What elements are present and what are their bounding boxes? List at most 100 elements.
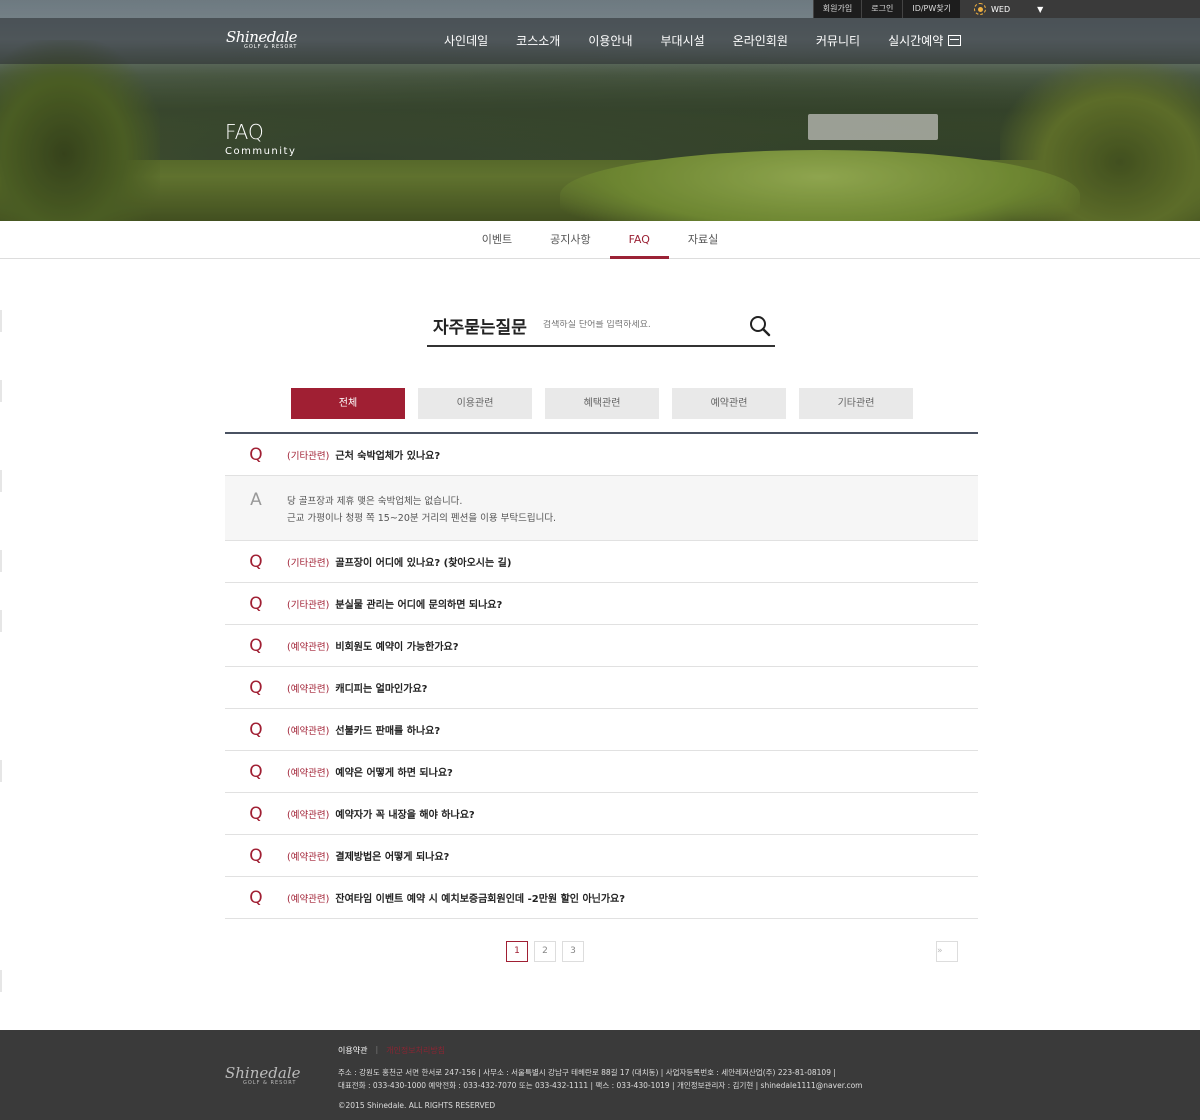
- pagination: « ‹ 1 2 3 › »: [506, 941, 958, 962]
- question-marker: Q: [249, 887, 263, 908]
- question-marker: Q: [249, 635, 263, 656]
- footer-logo[interactable]: Shinedale GOLF & RESORT: [225, 1064, 301, 1086]
- category-reservation-button[interactable]: 예약관련: [672, 388, 786, 419]
- faq-category-tag: (예약관련): [287, 767, 330, 779]
- sub-tabs: 이벤트 공지사항 FAQ 자료실: [0, 221, 1200, 259]
- answer-line: 당 골프장과 제휴 맺은 숙박업체는 없습니다.: [287, 496, 463, 507]
- page-2-button[interactable]: 2: [534, 941, 556, 962]
- page-3-button[interactable]: 3: [562, 941, 584, 962]
- answer-line: 근교 가평이나 청평 쪽 15~20분 거리의 펜션을 이용 부탁드립니다.: [287, 513, 557, 524]
- weather-day: WED: [991, 4, 1011, 14]
- faq-question: 결제방법은 어떻게 되나요?: [335, 852, 450, 863]
- faq-category-tag: (기타관련): [287, 557, 330, 569]
- faq-question: 근처 숙박업체가 있나요?: [335, 451, 441, 462]
- faq-question: 선불카드 판매를 하나요?: [335, 726, 441, 737]
- faq-question: 골프장이 어디에 있나요? (찾아오시는 길): [335, 558, 512, 569]
- category-benefit-button[interactable]: 혜택관련: [545, 388, 659, 419]
- question-marker: Q: [249, 719, 263, 740]
- faq-item[interactable]: Q (예약관련) 예약자가 꼭 내장을 해야 하나요?: [225, 793, 978, 835]
- category-usage-button[interactable]: 이용관련: [418, 388, 532, 419]
- faq-question: 비회원도 예약이 가능한가요?: [335, 642, 459, 653]
- nav-item-course[interactable]: 코스소개: [502, 18, 574, 64]
- nav-item-facilities[interactable]: 부대시설: [647, 18, 719, 64]
- faq-item[interactable]: Q (기타관련) 골프장이 어디에 있나요? (찾아오시는 길): [225, 541, 978, 583]
- main-navigation: Shinedale GOLF & RESORT 사인데일 코스소개 이용안내 부…: [0, 18, 1200, 64]
- footer-link-divider: |: [375, 1045, 379, 1054]
- page-1-button[interactable]: 1: [506, 941, 528, 962]
- search-label: 자주묻는질문: [433, 317, 527, 338]
- faq-item[interactable]: Q (예약관련) 선불카드 판매를 하나요?: [225, 709, 978, 751]
- question-marker: Q: [249, 444, 263, 465]
- tab-faq[interactable]: FAQ: [609, 221, 670, 259]
- nav-item-online-member[interactable]: 온라인회원: [719, 18, 802, 64]
- sun-icon: [974, 3, 986, 15]
- faq-item[interactable]: Q (예약관련) 비회원도 예약이 가능한가요?: [225, 625, 978, 667]
- faq-category-tag: (예약관련): [287, 893, 330, 905]
- faq-question: 분실물 관리는 어디에 문의하면 되나요?: [335, 600, 503, 611]
- faq-category-tag: (예약관련): [287, 641, 330, 653]
- question-marker: Q: [249, 845, 263, 866]
- last-page-button[interactable]: »: [936, 941, 958, 962]
- faq-category-tag: (예약관련): [287, 809, 330, 821]
- tab-archive[interactable]: 자료실: [669, 221, 737, 258]
- search-icon[interactable]: [749, 315, 771, 337]
- login-link[interactable]: 로그인: [861, 0, 903, 18]
- footer-info-line: 대표전화 : 033-430-1000 예약전화 : 033-432-7070 …: [338, 1081, 863, 1090]
- faq-answer: A 당 골프장과 제휴 맺은 숙박업체는 없습니다. 근교 가평이나 청평 쪽 …: [225, 476, 978, 541]
- faq-item[interactable]: Q (예약관련) 예약은 어떻게 하면 되나요?: [225, 751, 978, 793]
- footer-info-line: 주소 : 강원도 홍천군 서면 한서로 247-156 | 사무소 : 서울특별…: [338, 1068, 836, 1077]
- faq-item[interactable]: Q (기타관련) 분실물 관리는 어디에 문의하면 되나요?: [225, 583, 978, 625]
- faq-question: 캐디피는 얼마인가요?: [335, 684, 428, 695]
- footer-company-info: 주소 : 강원도 홍천군 서면 한서로 247-156 | 사무소 : 서울특별…: [338, 1066, 863, 1092]
- weather-widget[interactable]: WED ▼: [960, 0, 1200, 18]
- logo-subtitle: GOLF & RESORT: [244, 44, 298, 50]
- top-utility-bar: 회원가입 로그인 ID/PW찾기 WED ▼: [812, 0, 1200, 18]
- faq-category-tag: (예약관련): [287, 725, 330, 737]
- faq-question: 예약은 어떻게 하면 되나요?: [335, 768, 453, 779]
- site-footer: Shinedale GOLF & RESORT 이용약관 | 개인정보처리방침 …: [0, 1030, 1200, 1120]
- faq-item[interactable]: Q (예약관련) 캐디피는 얼마인가요?: [225, 667, 978, 709]
- privacy-link[interactable]: 개인정보처리방침: [386, 1045, 445, 1056]
- search-input[interactable]: [542, 320, 723, 330]
- nav-item-guide[interactable]: 이용안내: [574, 18, 646, 64]
- footer-logo-subtitle: GOLF & RESORT: [243, 1080, 297, 1086]
- terms-link[interactable]: 이용약관: [338, 1045, 367, 1056]
- copyright: ©2015 Shinedale. ALL RIGHTS RESERVED: [338, 1101, 496, 1110]
- left-edge-marks: [0, 310, 2, 1000]
- question-marker: Q: [249, 551, 263, 572]
- faq-item[interactable]: Q (예약관련) 잔여타임 이벤트 예약 시 예치보증금회원인데 -2만원 할인…: [225, 877, 978, 919]
- faq-item[interactable]: Q (기타관련) 근처 숙박업체가 있나요?: [225, 434, 978, 476]
- faq-list: Q (기타관련) 근처 숙박업체가 있나요? A 당 골프장과 제휴 맺은 숙박…: [225, 432, 978, 919]
- find-id-pw-link[interactable]: ID/PW찾기: [902, 0, 960, 18]
- category-other-button[interactable]: 기타관련: [799, 388, 913, 419]
- faq-category-tag: (예약관련): [287, 683, 330, 695]
- answer-marker: A: [250, 490, 262, 510]
- answer-text: 당 골프장과 제휴 맺은 숙박업체는 없습니다. 근교 가평이나 청평 쪽 15…: [287, 476, 556, 540]
- question-marker: Q: [249, 761, 263, 782]
- faq-question: 잔여타임 이벤트 예약 시 예치보증금회원인데 -2만원 할인 아닌가요?: [335, 894, 626, 905]
- faq-search: 자주묻는질문: [427, 305, 775, 347]
- faq-item[interactable]: Q (예약관련) 결제방법은 어떻게 되나요?: [225, 835, 978, 877]
- tab-notice[interactable]: 공지사항: [531, 221, 609, 258]
- tab-event[interactable]: 이벤트: [463, 221, 531, 258]
- category-filter: 전체 이용관련 혜택관련 예약관련 기타관련: [291, 388, 913, 419]
- footer-links: 이용약관 | 개인정보처리방침: [338, 1045, 445, 1056]
- signup-link[interactable]: 회원가입: [812, 0, 862, 18]
- site-logo[interactable]: Shinedale GOLF & RESORT: [226, 28, 306, 56]
- page-subtitle: Community: [225, 146, 297, 157]
- nav-menu: 사인데일 코스소개 이용안내 부대시설 온라인회원 커뮤니티 실시간예약: [430, 18, 975, 64]
- faq-category-tag: (예약관련): [287, 851, 330, 863]
- category-all-button[interactable]: 전체: [291, 388, 405, 419]
- nav-item-community[interactable]: 커뮤니티: [802, 18, 874, 64]
- faq-category-tag: (기타관련): [287, 599, 330, 611]
- calendar-icon: [948, 35, 962, 46]
- faq-category-tag: (기타관련): [287, 450, 330, 462]
- hero-title-block: FAQ Community: [225, 120, 296, 157]
- page-title: FAQ: [225, 120, 264, 144]
- nav-item-shinedale[interactable]: 사인데일: [430, 18, 502, 64]
- dropdown-caret-icon[interactable]: ▼: [1037, 5, 1043, 14]
- faq-question: 예약자가 꼭 내장을 해야 하나요?: [335, 810, 475, 821]
- nav-item-reservation[interactable]: 실시간예약: [874, 18, 975, 64]
- question-marker: Q: [249, 677, 263, 698]
- nav-item-reservation-label: 실시간예약: [888, 34, 944, 48]
